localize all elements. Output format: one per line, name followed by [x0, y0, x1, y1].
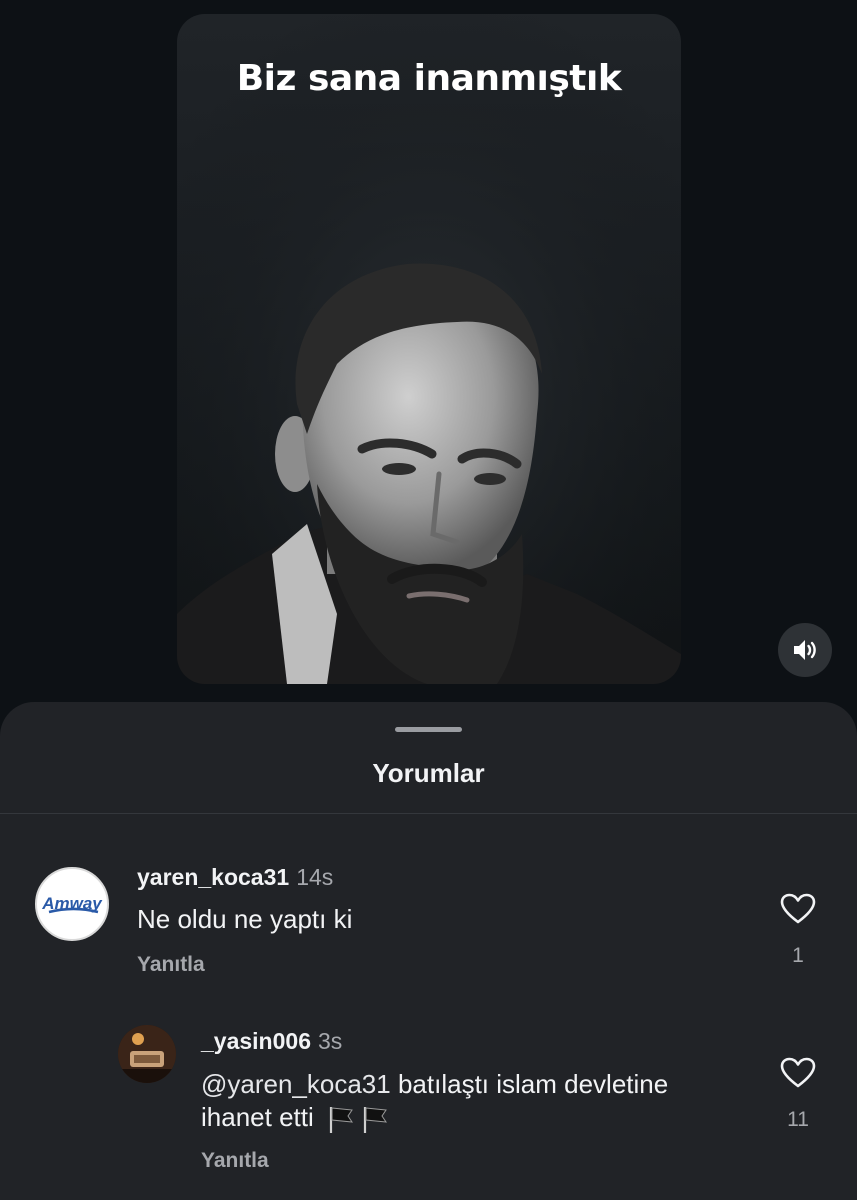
- like-control[interactable]: 1: [778, 893, 818, 968]
- avatar[interactable]: [118, 1025, 176, 1083]
- heart-icon[interactable]: [780, 1057, 816, 1089]
- portrait-photo: [177, 14, 681, 684]
- comment-text: Ne oldu ne yaptı ki: [137, 904, 353, 934]
- comment-author[interactable]: _yasin006 3s: [201, 1028, 342, 1055]
- sheet-drag-handle[interactable]: [395, 727, 462, 732]
- video-caption-title: Biz sana inanmıştık: [236, 58, 622, 99]
- like-control[interactable]: 11: [778, 1057, 818, 1132]
- black-flag-icon: [329, 1107, 353, 1134]
- username[interactable]: yaren_koca31: [137, 864, 289, 890]
- username[interactable]: _yasin006: [201, 1028, 311, 1054]
- comment-author[interactable]: yaren_koca31 14s: [137, 864, 333, 891]
- amway-logo: Amway: [41, 894, 103, 914]
- comment-text-line1: batılaştı islam devletine: [397, 1069, 669, 1099]
- comments-sheet[interactable]: Yorumlar Amway yaren_koca31 14s Ne oldu n…: [0, 702, 857, 1200]
- avatar[interactable]: Amway: [35, 867, 109, 941]
- comment-timestamp: 14s: [296, 864, 334, 890]
- comment-timestamp: 3s: [317, 1028, 343, 1054]
- reel-video[interactable]: Biz sana inanmıştık: [177, 14, 681, 684]
- comment-text: @yaren_koca31 batılaştı islam devletine …: [201, 1068, 761, 1134]
- comments-title: Yorumlar: [372, 758, 485, 788]
- avatar-photo: [118, 1025, 176, 1083]
- speaker-icon: [794, 640, 816, 660]
- black-flag-icon: [363, 1107, 387, 1134]
- divider: [0, 813, 857, 814]
- like-count: 1: [792, 944, 804, 967]
- like-count: 11: [787, 1108, 809, 1131]
- comment-text-line2: ihanet etti: [201, 1102, 314, 1132]
- heart-icon[interactable]: [780, 893, 816, 925]
- sound-toggle-button[interactable]: [778, 623, 832, 677]
- reply-button[interactable]: Yanıtla: [137, 953, 205, 977]
- mention-link[interactable]: @yaren_koca31: [201, 1069, 391, 1099]
- reply-button[interactable]: Yanıtla: [201, 1149, 269, 1173]
